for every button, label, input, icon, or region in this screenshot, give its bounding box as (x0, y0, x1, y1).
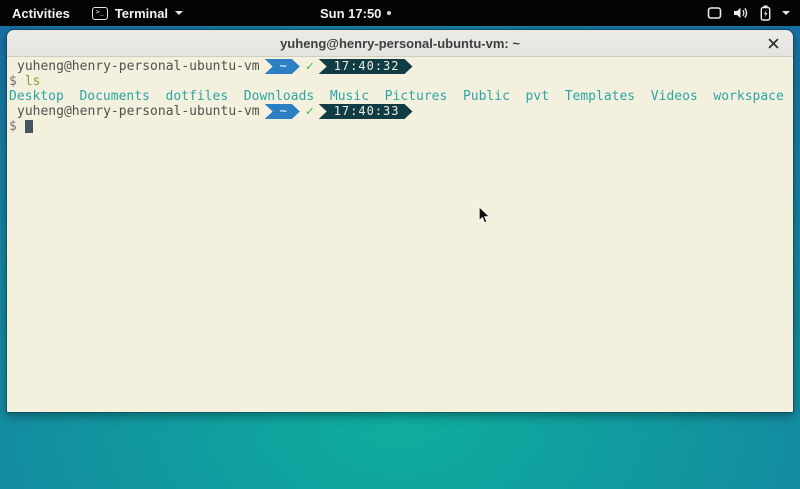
screen-icon (707, 6, 722, 20)
clock-label: Sun 17:50 (320, 6, 381, 21)
prompt-status-check: ✓ (300, 104, 319, 119)
prompt-line-2: yuheng@henry-personal-ubuntu-vm ~ ✓ 17:4… (9, 104, 793, 119)
chevron-down-icon (782, 11, 790, 15)
current-input-line: $ (9, 119, 793, 134)
prompt-line-1: yuheng@henry-personal-ubuntu-vm ~ ✓ 17:4… (9, 59, 793, 74)
prompt-symbol: $ (9, 74, 17, 89)
window-title: yuheng@henry-personal-ubuntu-vm: ~ (280, 36, 520, 51)
prompt-symbol: $ (9, 119, 17, 134)
terminal-app-icon (92, 7, 108, 20)
app-menu-terminal[interactable]: Terminal (82, 0, 193, 26)
close-button[interactable] (762, 30, 784, 56)
clock-button[interactable]: Sun 17:50 (320, 0, 391, 26)
chevron-down-icon (175, 11, 183, 15)
activities-label: Activities (12, 6, 70, 21)
terminal-window: yuheng@henry-personal-ubuntu-vm: ~ yuhen… (6, 29, 794, 413)
activities-button[interactable]: Activities (0, 0, 82, 26)
prompt-user-host: yuheng@henry-personal-ubuntu-vm (17, 59, 260, 74)
command-line: $ ls (9, 74, 793, 89)
prompt-time-segment: 17:40:33 (319, 104, 413, 119)
top-bar: Activities Terminal Sun 17:50 (0, 0, 800, 26)
prompt-path-segment: ~ (265, 104, 300, 119)
battery-charging-icon (760, 5, 771, 21)
volume-icon (733, 6, 749, 20)
prompt-user-host: yuheng@henry-personal-ubuntu-vm (17, 104, 260, 119)
prompt-time-segment: 17:40:32 (319, 59, 413, 74)
ls-output-line: Desktop Documents dotfiles Downloads Mus… (9, 89, 793, 104)
system-status-menu[interactable] (697, 0, 800, 26)
terminal-screen[interactable]: yuheng@henry-personal-ubuntu-vm ~ ✓ 17:4… (7, 57, 793, 413)
terminal-block-cursor (25, 120, 33, 133)
prompt-status-check: ✓ (300, 59, 319, 74)
prompt-path-segment: ~ (265, 59, 300, 74)
close-icon (768, 38, 779, 49)
notification-dot (387, 11, 391, 15)
app-menu-label: Terminal (115, 6, 168, 21)
window-titlebar[interactable]: yuheng@henry-personal-ubuntu-vm: ~ (7, 30, 793, 57)
typed-command: ls (25, 74, 41, 89)
